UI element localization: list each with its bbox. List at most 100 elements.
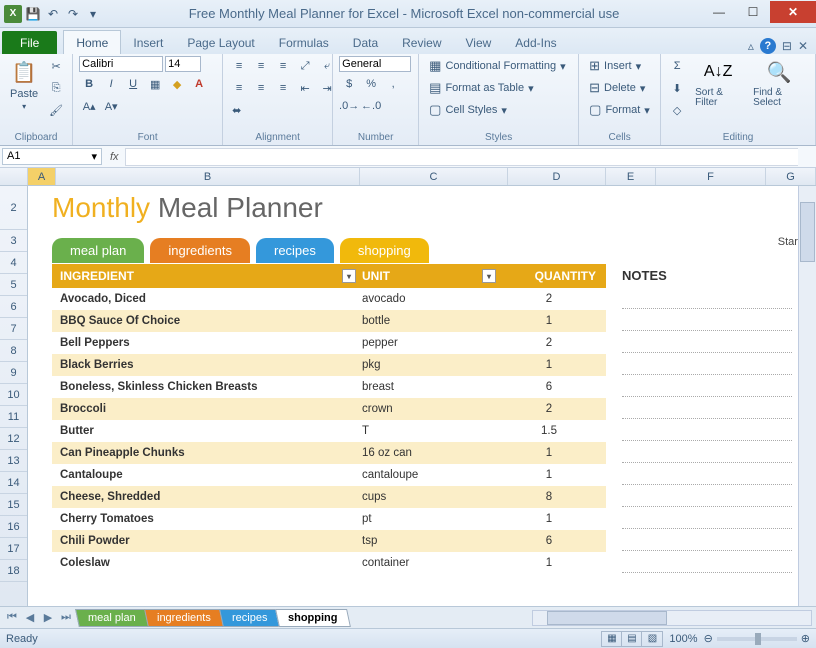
workbook-close-icon[interactable]: ✕ xyxy=(798,39,808,53)
cut-icon[interactable]: ✂ xyxy=(46,56,66,76)
col-header-b[interactable]: B xyxy=(56,168,360,185)
zoom-slider[interactable] xyxy=(717,637,797,641)
number-format-combo[interactable] xyxy=(339,56,411,72)
conditional-formatting-button[interactable]: ▦Conditional Formatting ▾ xyxy=(425,56,570,76)
merge-center-icon[interactable]: ⬌ xyxy=(229,100,244,120)
autosum-icon[interactable]: Σ xyxy=(667,56,687,76)
find-select-button[interactable]: 🔍 Find & Select xyxy=(749,56,809,110)
col-header-g[interactable]: G xyxy=(766,168,816,185)
fill-color-button[interactable]: ◆ xyxy=(167,74,187,94)
table-row[interactable]: Cherry Tomatoespt1 xyxy=(52,508,606,530)
sort-filter-button[interactable]: A↓Z Sort & Filter xyxy=(691,56,745,110)
decrease-indent-icon[interactable]: ⇤ xyxy=(295,78,315,98)
close-button[interactable]: ✕ xyxy=(770,1,816,23)
col-header-f[interactable]: F xyxy=(656,168,766,185)
font-size-combo[interactable] xyxy=(165,56,201,72)
underline-button[interactable]: U xyxy=(123,74,143,94)
row-header[interactable]: 6 xyxy=(0,296,27,318)
row-header[interactable]: 9 xyxy=(0,362,27,384)
table-row[interactable]: Cheese, Shreddedcups8 xyxy=(52,486,606,508)
table-row[interactable]: ButterT1.5 xyxy=(52,420,606,442)
sheet-tab-recipes[interactable]: recipes xyxy=(219,609,280,627)
horizontal-scrollbar[interactable] xyxy=(349,610,816,626)
align-middle-icon[interactable]: ≡ xyxy=(251,56,271,76)
insert-cells-button[interactable]: ⊞Insert ▾ xyxy=(585,56,654,76)
comma-icon[interactable]: , xyxy=(383,74,403,94)
col-header-e[interactable]: E xyxy=(606,168,656,185)
table-row[interactable]: Can Pineapple Chunks16 oz can1 xyxy=(52,442,606,464)
percent-icon[interactable]: % xyxy=(361,74,381,94)
formula-input[interactable] xyxy=(125,148,798,166)
scroll-thumb[interactable] xyxy=(800,202,815,262)
row-header[interactable]: 8 xyxy=(0,340,27,362)
row-header[interactable]: 10 xyxy=(0,384,27,406)
border-button[interactable]: ▦ xyxy=(145,74,165,94)
fill-icon[interactable]: ⬇ xyxy=(667,78,687,98)
table-row[interactable]: Bell Pepperspepper2 xyxy=(52,332,606,354)
row-header[interactable]: 17 xyxy=(0,538,27,560)
filter-icon[interactable]: ▾ xyxy=(482,269,496,283)
file-tab[interactable]: File xyxy=(2,31,57,54)
sheet-nav-last-icon[interactable]: ⏭ xyxy=(58,611,74,624)
template-tab-meal-plan[interactable]: meal plan xyxy=(52,238,144,263)
template-tab-ingredients[interactable]: ingredients xyxy=(150,238,250,263)
zoom-level[interactable]: 100% xyxy=(669,633,697,645)
table-row[interactable]: Boneless, Skinless Chicken Breastsbreast… xyxy=(52,376,606,398)
minimize-button[interactable]: — xyxy=(702,1,736,23)
zoom-out-icon[interactable]: ⊖ xyxy=(704,632,713,645)
align-left-icon[interactable]: ≡ xyxy=(229,78,249,98)
row-header[interactable]: 3 xyxy=(0,230,27,252)
copy-icon[interactable]: ⎘ xyxy=(46,78,66,98)
sheet-tab-shopping[interactable]: shopping xyxy=(275,609,350,627)
align-bottom-icon[interactable]: ≡ xyxy=(273,56,293,76)
align-center-icon[interactable]: ≡ xyxy=(251,78,271,98)
row-header[interactable]: 18 xyxy=(0,560,27,582)
fx-icon[interactable]: fx xyxy=(104,151,125,163)
normal-view-icon[interactable]: ▦ xyxy=(602,632,622,646)
row-header[interactable]: 13 xyxy=(0,450,27,472)
increase-decimal-icon[interactable]: .0→ xyxy=(339,96,359,116)
delete-cells-button[interactable]: ⊟Delete ▾ xyxy=(585,78,654,98)
table-row[interactable]: Broccolicrown2 xyxy=(52,398,606,420)
align-right-icon[interactable]: ≡ xyxy=(273,78,293,98)
clear-icon[interactable]: ◇ xyxy=(667,100,687,120)
col-header-a[interactable]: A xyxy=(28,168,56,185)
tab-data[interactable]: Data xyxy=(341,31,390,54)
font-name-combo[interactable] xyxy=(79,56,163,72)
filter-icon[interactable]: ▾ xyxy=(342,269,356,283)
tab-review[interactable]: Review xyxy=(390,31,453,54)
help-icon[interactable]: ? xyxy=(760,38,776,54)
undo-icon[interactable]: ↶ xyxy=(44,5,62,23)
format-as-table-button[interactable]: ▤Format as Table ▾ xyxy=(425,78,570,98)
paste-button[interactable]: 📋 Paste ▾ xyxy=(6,56,42,113)
orientation-icon[interactable]: ⤢ xyxy=(295,56,315,76)
grow-font-icon[interactable]: A▴ xyxy=(79,96,99,116)
window-restore-icon[interactable]: ⊟ xyxy=(782,39,792,53)
table-row[interactable]: Black Berriespkg1 xyxy=(52,354,606,376)
ribbon-min-icon[interactable]: ▵ xyxy=(748,39,754,53)
vertical-scrollbar[interactable] xyxy=(798,186,816,606)
col-header-d[interactable]: D xyxy=(508,168,606,185)
template-tab-shopping[interactable]: shopping xyxy=(340,238,429,263)
col-header-c[interactable]: C xyxy=(360,168,508,185)
page-break-view-icon[interactable]: ▧ xyxy=(642,632,662,646)
sheet-nav-prev-icon[interactable]: ◀ xyxy=(22,611,38,624)
table-row[interactable]: Coleslawcontainer1 xyxy=(52,552,606,574)
qat-more-icon[interactable]: ▾ xyxy=(84,5,102,23)
table-row[interactable]: Avocado, Dicedavocado2 xyxy=(52,288,606,310)
currency-icon[interactable]: $ xyxy=(339,74,359,94)
table-row[interactable]: Chili Powdertsp6 xyxy=(52,530,606,552)
zoom-in-icon[interactable]: ⊕ xyxy=(801,632,810,645)
page-layout-view-icon[interactable]: ▤ xyxy=(622,632,642,646)
tab-addins[interactable]: Add-Ins xyxy=(503,31,568,54)
row-header[interactable]: 16 xyxy=(0,516,27,538)
redo-icon[interactable]: ↷ xyxy=(64,5,82,23)
sheet-tab-meal-plan[interactable]: meal plan xyxy=(75,609,149,627)
row-header[interactable]: 12 xyxy=(0,428,27,450)
sheet-nav-next-icon[interactable]: ▶ xyxy=(40,611,56,624)
row-header[interactable]: 7 xyxy=(0,318,27,340)
worksheet-grid[interactable]: 2 3 4 5 6 7 8 9 10 11 12 13 14 15 16 17 … xyxy=(0,186,816,606)
row-header[interactable]: 5 xyxy=(0,274,27,296)
font-color-button[interactable]: A xyxy=(189,74,209,94)
name-box[interactable]: A1▾ xyxy=(2,148,102,165)
